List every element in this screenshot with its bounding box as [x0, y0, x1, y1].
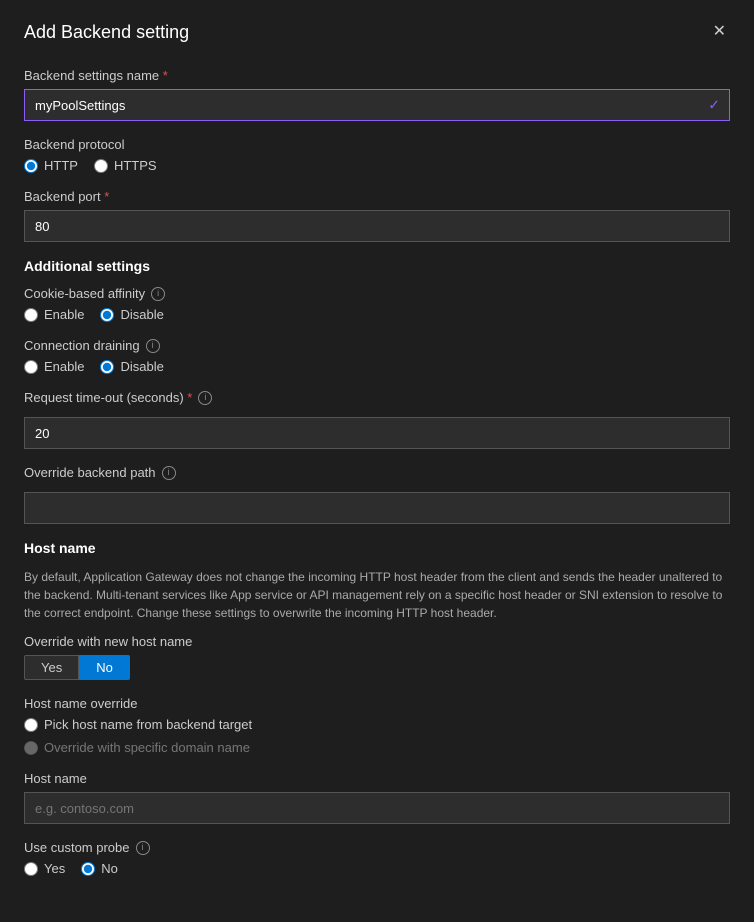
custom-probe-yes-label: Yes [44, 861, 65, 876]
cookie-affinity-disable-radio[interactable] [100, 308, 114, 322]
modal-header: Add Backend setting ✕ [24, 20, 730, 44]
backend-settings-name-section: Backend settings name ✓ [24, 68, 730, 121]
protocol-http-radio[interactable] [24, 159, 38, 173]
use-custom-probe-label-row: Use custom probe i [24, 840, 730, 855]
override-with-specific-domain-option[interactable]: Override with specific domain name [24, 740, 730, 755]
custom-probe-no-radio[interactable] [81, 862, 95, 876]
host-name-label: Host name [24, 771, 730, 786]
connection-draining-radio-group: Enable Disable [24, 359, 730, 374]
connection-draining-label-row: Connection draining i [24, 338, 730, 353]
override-host-name-toggle-group: Yes No [24, 655, 730, 680]
connection-draining-enable-option[interactable]: Enable [24, 359, 84, 374]
additional-settings-section: Additional settings Cookie-based affinit… [24, 258, 730, 524]
request-timeout-label: Request time-out (seconds) [24, 390, 192, 405]
custom-probe-no-label: No [101, 861, 118, 876]
connection-draining-label: Connection draining [24, 338, 140, 353]
use-custom-probe-label: Use custom probe [24, 840, 130, 855]
connection-draining-info-icon: i [146, 339, 160, 353]
request-timeout-input[interactable] [24, 417, 730, 449]
host-name-section: Host name By default, Application Gatewa… [24, 540, 730, 876]
modal-title: Add Backend setting [24, 22, 189, 43]
backend-settings-name-input[interactable] [24, 89, 730, 121]
check-icon: ✓ [708, 97, 720, 114]
protocol-https-radio[interactable] [94, 159, 108, 173]
host-name-override-label: Host name override [24, 696, 730, 711]
backend-port-section: Backend port [24, 189, 730, 242]
host-name-input-section: Host name [24, 771, 730, 824]
protocol-https-label: HTTPS [114, 158, 157, 173]
override-with-specific-domain-label: Override with specific domain name [44, 740, 250, 755]
override-host-name-label: Override with new host name [24, 634, 730, 649]
connection-draining-enable-label: Enable [44, 359, 84, 374]
connection-draining-enable-radio[interactable] [24, 360, 38, 374]
backend-protocol-radio-group: HTTP HTTPS [24, 158, 730, 173]
use-custom-probe-section: Use custom probe i Yes No [24, 840, 730, 876]
backend-settings-name-input-wrapper: ✓ [24, 89, 730, 121]
protocol-http-label: HTTP [44, 158, 78, 173]
request-timeout-section: Request time-out (seconds) i [24, 390, 730, 449]
custom-probe-yes-option[interactable]: Yes [24, 861, 65, 876]
host-name-override-radio-group: Pick host name from backend target Overr… [24, 717, 730, 755]
protocol-http-option[interactable]: HTTP [24, 158, 78, 173]
protocol-https-option[interactable]: HTTPS [94, 158, 157, 173]
custom-probe-no-option[interactable]: No [81, 861, 118, 876]
host-name-heading: Host name [24, 540, 730, 556]
backend-settings-name-label: Backend settings name [24, 68, 730, 83]
backend-protocol-section: Backend protocol HTTP HTTPS [24, 137, 730, 173]
additional-settings-heading: Additional settings [24, 258, 730, 274]
close-button[interactable]: ✕ [709, 20, 730, 44]
override-backend-path-input[interactable] [24, 492, 730, 524]
cookie-affinity-disable-option[interactable]: Disable [100, 307, 163, 322]
override-host-name-section: Override with new host name Yes No [24, 634, 730, 680]
use-custom-probe-radio-group: Yes No [24, 861, 730, 876]
connection-draining-section: Connection draining i Enable Disable [24, 338, 730, 374]
connection-draining-disable-label: Disable [120, 359, 163, 374]
pick-host-from-backend-option[interactable]: Pick host name from backend target [24, 717, 730, 732]
cookie-affinity-label-row: Cookie-based affinity i [24, 286, 730, 301]
request-timeout-info-icon: i [198, 391, 212, 405]
cookie-affinity-enable-label: Enable [44, 307, 84, 322]
cookie-affinity-label: Cookie-based affinity [24, 286, 145, 301]
cookie-affinity-enable-radio[interactable] [24, 308, 38, 322]
cookie-affinity-section: Cookie-based affinity i Enable Disable [24, 286, 730, 322]
override-backend-path-label: Override backend path [24, 465, 156, 480]
backend-protocol-label: Backend protocol [24, 137, 730, 152]
override-backend-path-info-icon: i [162, 466, 176, 480]
connection-draining-disable-radio[interactable] [100, 360, 114, 374]
override-backend-path-label-row: Override backend path i [24, 465, 730, 480]
host-name-input[interactable] [24, 792, 730, 824]
pick-host-from-backend-label: Pick host name from backend target [44, 717, 252, 732]
connection-draining-disable-option[interactable]: Disable [100, 359, 163, 374]
request-timeout-label-row: Request time-out (seconds) i [24, 390, 730, 405]
use-custom-probe-info-icon: i [136, 841, 150, 855]
pick-host-from-backend-radio[interactable] [24, 718, 38, 732]
cookie-affinity-disable-label: Disable [120, 307, 163, 322]
backend-port-label: Backend port [24, 189, 730, 204]
toggle-no-button[interactable]: No [79, 655, 130, 680]
custom-probe-yes-radio[interactable] [24, 862, 38, 876]
toggle-yes-button[interactable]: Yes [24, 655, 79, 680]
cookie-affinity-enable-option[interactable]: Enable [24, 307, 84, 322]
host-name-desc: By default, Application Gateway does not… [24, 568, 730, 622]
add-backend-setting-modal: Add Backend setting ✕ Backend settings n… [0, 0, 754, 922]
cookie-affinity-info-icon: i [151, 287, 165, 301]
host-name-override-section: Host name override Pick host name from b… [24, 696, 730, 755]
backend-port-input[interactable] [24, 210, 730, 242]
override-with-specific-domain-radio[interactable] [24, 741, 38, 755]
cookie-affinity-radio-group: Enable Disable [24, 307, 730, 322]
override-backend-path-section: Override backend path i [24, 465, 730, 524]
